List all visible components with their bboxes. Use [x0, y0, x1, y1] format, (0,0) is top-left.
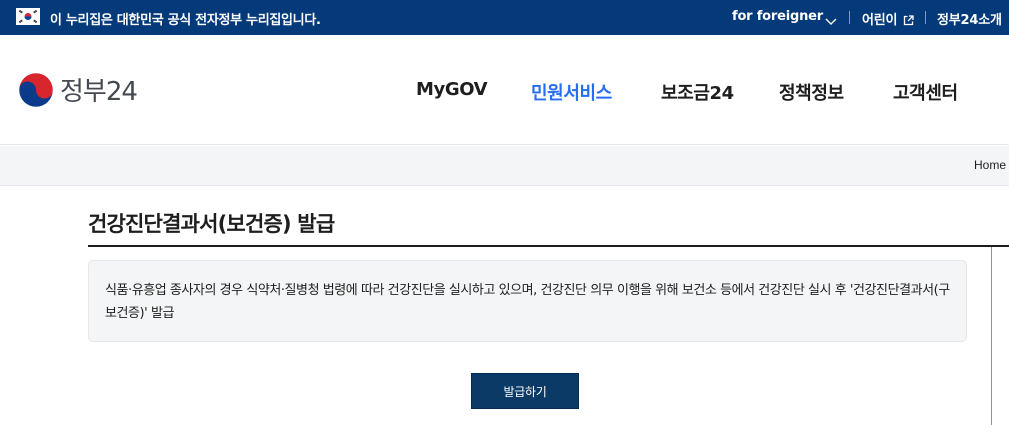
- breadcrumb: Home: [0, 146, 1009, 186]
- nav-customer-center[interactable]: 고객센터: [893, 79, 958, 105]
- external-link-icon[interactable]: [903, 11, 914, 30]
- korea-flag-icon: [16, 8, 40, 25]
- nav-civil-services[interactable]: 민원서비스: [531, 79, 612, 105]
- nav-mygov[interactable]: MyGOV: [416, 79, 488, 100]
- service-description-box: 식품·유흥업 종사자의 경우 식약처·질병청 법령에 따라 건강진단을 실시하고…: [88, 260, 967, 342]
- breadcrumb-home[interactable]: Home: [974, 158, 1006, 172]
- gov24-logo-text[interactable]: 정부24: [60, 71, 138, 108]
- nav-policy-info[interactable]: 정책정보: [779, 79, 844, 105]
- nav-subsidy24[interactable]: 보조금24: [661, 79, 734, 105]
- content-edge-line: [991, 247, 992, 425]
- gov24-logo-icon[interactable]: [17, 71, 55, 113]
- for-foreigner-link[interactable]: for foreigner: [732, 9, 823, 24]
- official-site-banner: 이 누리집은 대한민국 공식 전자정부 누리집입니다. for foreigne…: [0, 0, 1009, 35]
- utility-divider: [925, 11, 926, 24]
- issue-button[interactable]: 발급하기: [471, 373, 579, 409]
- title-divider: [88, 245, 1009, 247]
- kids-link[interactable]: 어린이: [862, 9, 897, 28]
- utility-divider: [849, 11, 850, 24]
- official-site-notice: 이 누리집은 대한민국 공식 전자정부 누리집입니다.: [50, 13, 321, 28]
- page-title: 건강진단결과서(보건증) 발급: [88, 212, 335, 236]
- chevron-down-icon[interactable]: [825, 11, 837, 30]
- site-header: 정부24 MyGOV 민원서비스 보조금24 정책정보 고객센터: [0, 35, 1009, 145]
- gov24-intro-link[interactable]: 정부24소개: [937, 9, 1002, 28]
- service-description: 식품·유흥업 종사자의 경우 식약처·질병청 법령에 따라 건강진단을 실시하고…: [105, 283, 950, 321]
